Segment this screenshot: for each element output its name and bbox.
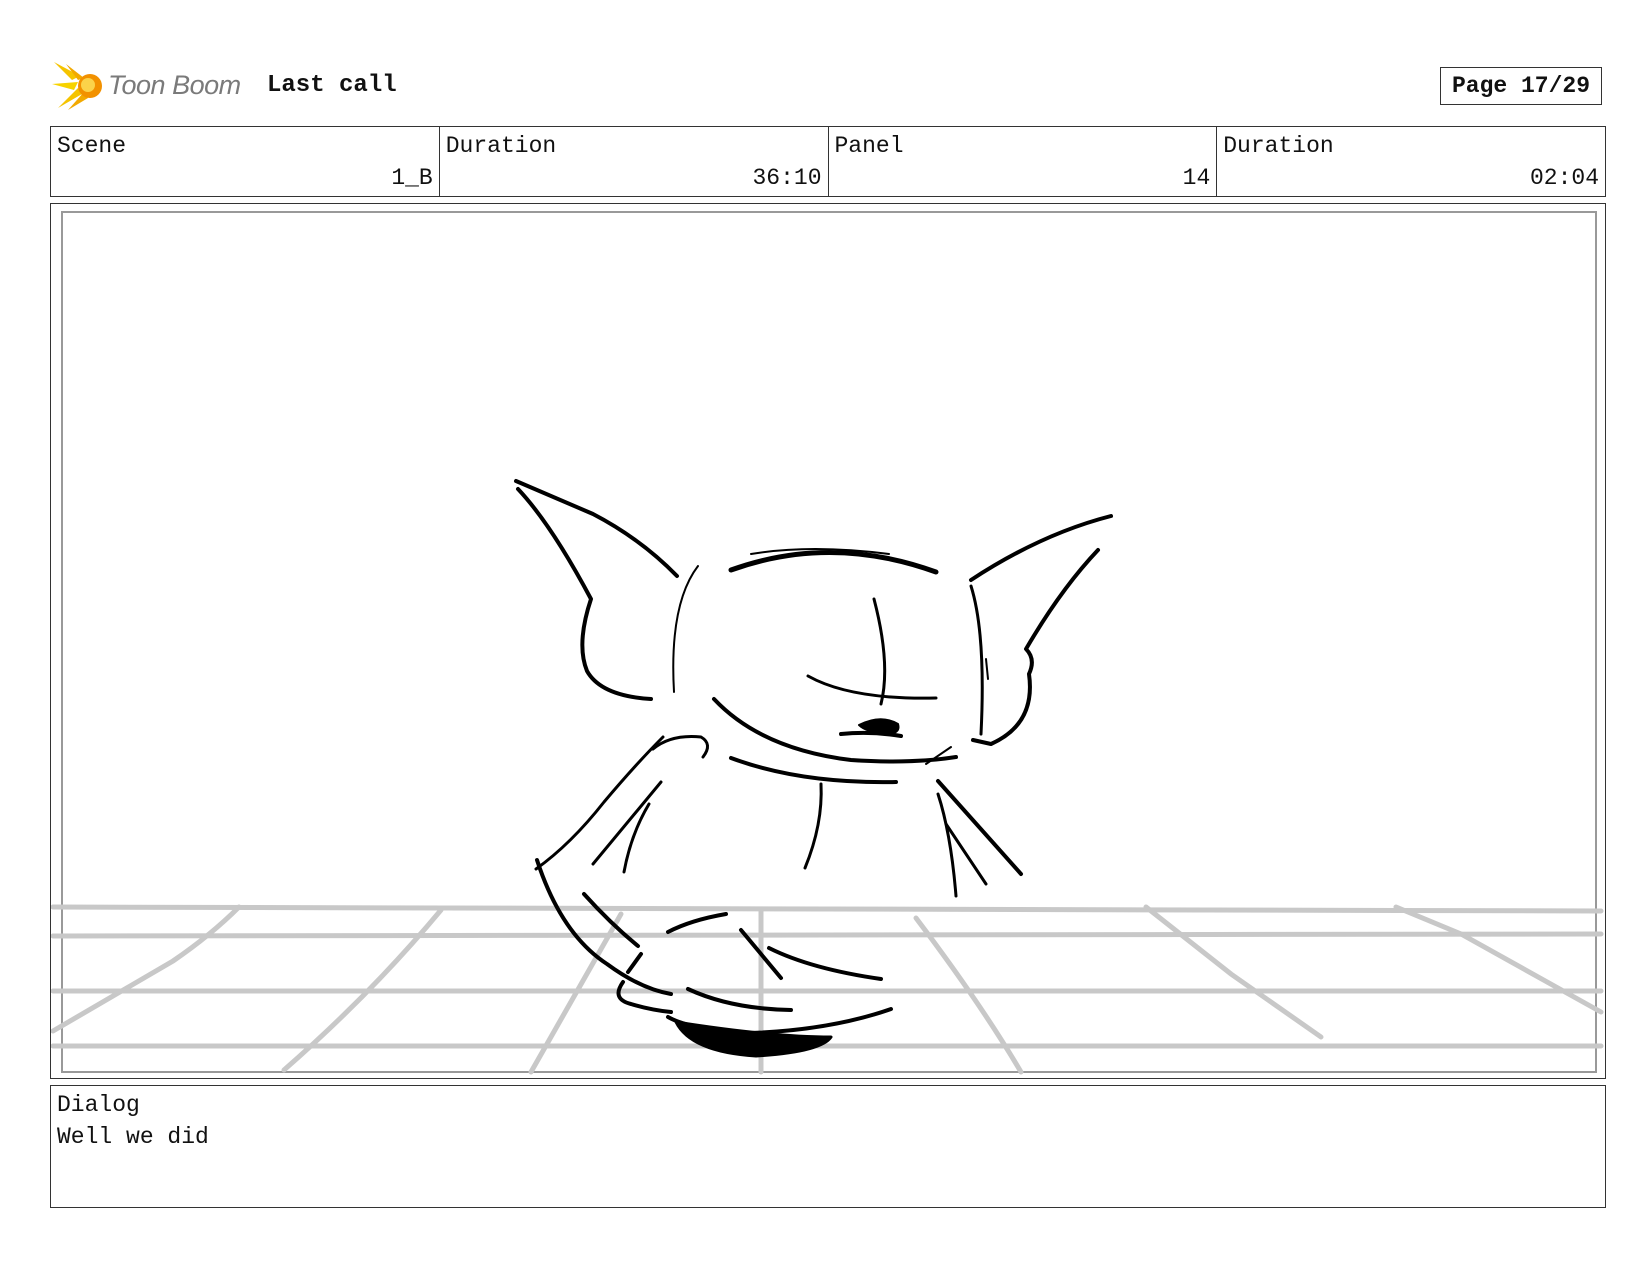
camera-frame <box>61 211 1597 1073</box>
storyboard-panel <box>50 203 1606 1079</box>
page-header: Toon Boom Last call Page 17/29 <box>50 58 1606 114</box>
panel-duration-cell: Duration 02:04 <box>1217 127 1605 196</box>
panel-value: 14 <box>1182 165 1211 191</box>
panel-info-table: Scene 1_B Duration 36:10 Panel 14 Durati… <box>50 126 1606 197</box>
scene-label: Scene <box>57 133 127 159</box>
scene-duration-cell: Duration 36:10 <box>440 127 829 196</box>
panel-cell: Panel 14 <box>829 127 1218 196</box>
dialog-text: Well we did <box>57 1124 209 1150</box>
scene-value: 1_B <box>391 165 433 191</box>
scene-duration-label: Duration <box>445 133 557 159</box>
panel-duration-value: 02:04 <box>1529 165 1599 191</box>
floor-grid <box>51 904 1604 1075</box>
scene-cell: Scene 1_B <box>51 127 440 196</box>
dialog-box: Dialog Well we did <box>50 1085 1606 1208</box>
panel-label: Panel <box>834 133 904 159</box>
scene-duration-value: 36:10 <box>752 165 822 191</box>
goblin-sketch <box>514 479 1113 1058</box>
panel-drawing <box>51 211 1604 1075</box>
burst-icon <box>52 62 102 110</box>
toon-boom-logo: Toon Boom <box>50 58 250 114</box>
logo-text: Toon Boom <box>108 70 241 100</box>
page-number: Page 17/29 <box>1440 67 1602 105</box>
document-title: Last call <box>267 72 397 99</box>
panel-duration-label: Duration <box>1223 133 1334 159</box>
dialog-label: Dialog <box>57 1092 140 1118</box>
